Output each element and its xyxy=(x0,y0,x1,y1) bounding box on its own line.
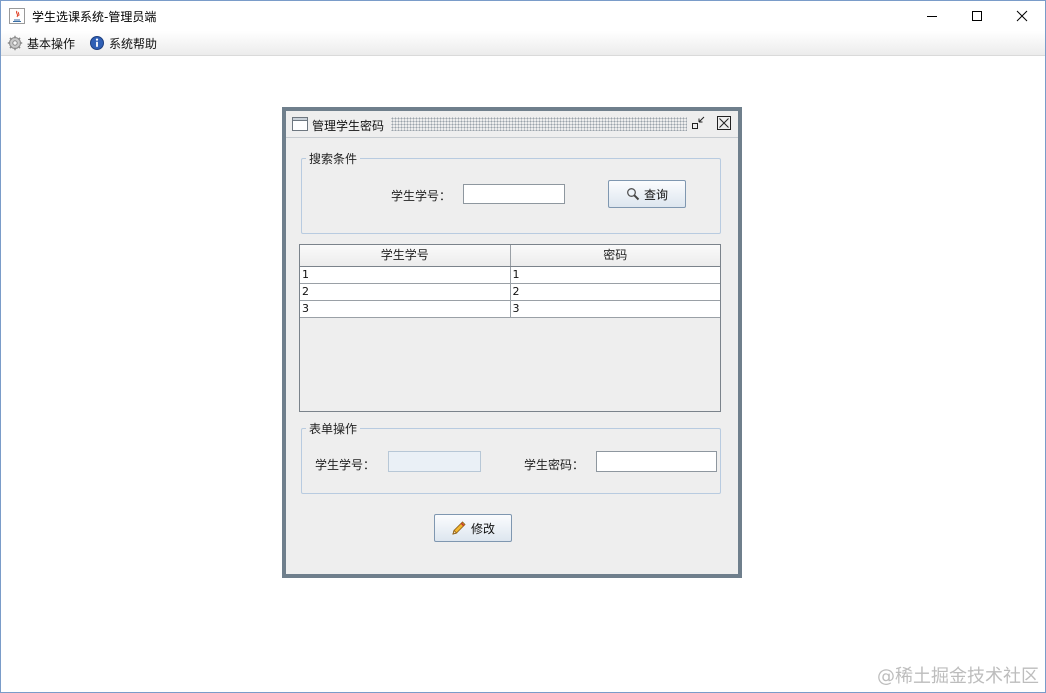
modify-button-label: 修改 xyxy=(470,521,495,536)
window-icon xyxy=(292,117,308,131)
minimize-icon xyxy=(927,16,937,17)
menu-label: 基本操作 xyxy=(27,36,76,51)
gear-icon xyxy=(7,35,23,51)
cell-student-id: 3 xyxy=(302,302,309,315)
dialog-close-button[interactable] xyxy=(716,115,732,131)
title-grip xyxy=(391,117,687,131)
close-button[interactable] xyxy=(999,1,1045,31)
close-box-icon xyxy=(717,116,731,130)
search-legend: 搜索条件 xyxy=(306,150,361,167)
cell-student-id: 1 xyxy=(302,268,309,281)
title-bar: 学生选课系统-管理员端 xyxy=(1,1,1045,31)
modify-button[interactable]: 修改 xyxy=(434,514,512,542)
watermark: @稀土掘金技术社区 xyxy=(877,666,1039,687)
query-button-label: 查询 xyxy=(643,187,668,202)
table-header: 学生学号 密码 xyxy=(300,245,720,267)
app-window: 学生选课系统-管理员端 基本操作 系统帮助 管理学生密码 搜索条件 学生学号： … xyxy=(0,0,1046,693)
table-row[interactable]: 2 2 xyxy=(300,284,720,301)
restore-icon xyxy=(692,116,705,129)
column-header-password[interactable]: 密码 xyxy=(509,245,721,266)
close-icon xyxy=(1016,10,1028,22)
minimize-button[interactable] xyxy=(909,1,955,31)
column-header-student-id[interactable]: 学生学号 xyxy=(300,245,510,266)
form-password-label: 学生密码： xyxy=(524,458,585,472)
pencil-icon xyxy=(452,521,466,535)
cell-password: 1 xyxy=(509,267,721,283)
restore-button[interactable] xyxy=(690,115,706,131)
dialog-title-bar[interactable]: 管理学生密码 xyxy=(286,111,738,138)
table-row[interactable]: 1 1 xyxy=(300,267,720,284)
cell-password: 3 xyxy=(509,301,721,317)
cell-password: 2 xyxy=(509,284,721,300)
menu-label: 系统帮助 xyxy=(109,36,158,51)
form-legend: 表单操作 xyxy=(306,420,361,437)
form-student-id-label: 学生学号： xyxy=(315,458,376,472)
menu-system-help[interactable]: 系统帮助 xyxy=(89,34,157,52)
menu-basic-operations[interactable]: 基本操作 xyxy=(7,34,75,52)
form-password-input[interactable] xyxy=(596,451,717,472)
window-title: 学生选课系统-管理员端 xyxy=(32,10,157,24)
maximize-icon xyxy=(972,11,982,21)
java-app-icon xyxy=(9,8,25,24)
info-icon xyxy=(90,36,104,50)
query-button[interactable]: 查询 xyxy=(608,180,686,208)
form-operations-group: 表单操作 学生学号： 学生密码： xyxy=(301,420,721,494)
dialog-title: 管理学生密码 xyxy=(312,119,385,133)
table-row[interactable]: 3 3 xyxy=(300,301,720,318)
search-student-id-label: 学生学号： xyxy=(391,189,452,203)
form-student-id-field xyxy=(388,451,481,472)
password-table: 学生学号 密码 1 1 2 2 3 3 xyxy=(299,244,721,412)
search-icon xyxy=(627,188,640,201)
maximize-button[interactable] xyxy=(954,1,1000,31)
search-student-id-input[interactable] xyxy=(463,184,565,204)
menu-bar: 基本操作 系统帮助 xyxy=(1,31,1045,56)
cell-student-id: 2 xyxy=(302,285,309,298)
search-conditions-group: 搜索条件 学生学号： 查询 xyxy=(301,150,721,234)
manage-password-dialog: 管理学生密码 搜索条件 学生学号： 查询 学生学号 密码 1 1 2 2 3 3… xyxy=(282,107,742,578)
